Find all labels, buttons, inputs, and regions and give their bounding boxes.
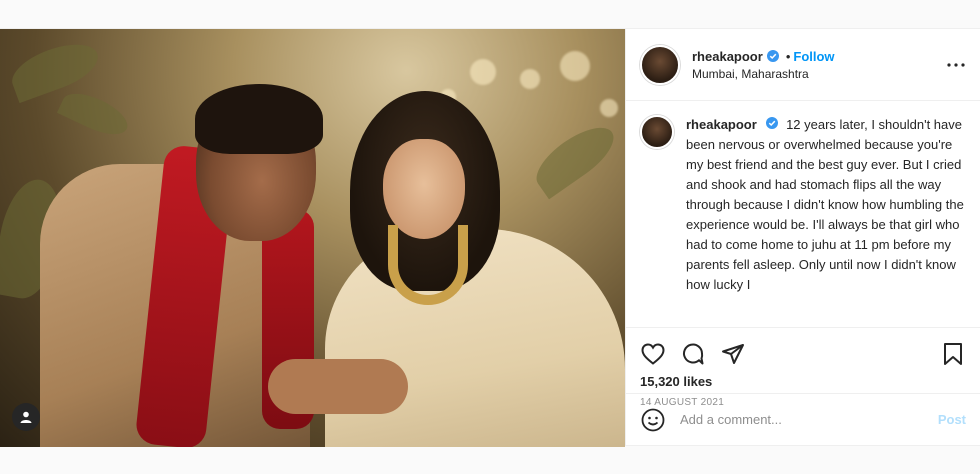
smiley-icon[interactable] xyxy=(640,407,666,433)
bride-face xyxy=(383,139,465,239)
post-photo[interactable] xyxy=(0,29,625,447)
bookmark-icon[interactable] xyxy=(940,341,966,367)
comment-icon[interactable] xyxy=(680,341,706,367)
groom-hair xyxy=(195,84,323,154)
comment-box: Post xyxy=(626,393,980,445)
avatar[interactable] xyxy=(640,44,680,85)
foliage xyxy=(56,85,134,143)
location-link[interactable]: Mumbai, Maharashtra xyxy=(692,67,946,81)
bokeh-light xyxy=(470,59,496,85)
post-side-panel: rheakapoor • Follow Mumbai, Maharashtra xyxy=(625,29,980,445)
verified-badge-icon xyxy=(766,50,779,62)
bokeh-light xyxy=(520,69,540,89)
foliage xyxy=(527,116,623,200)
separator-dot: • xyxy=(785,48,791,64)
likes-count[interactable]: 15,320 likes xyxy=(640,374,966,389)
bokeh-light xyxy=(560,51,590,81)
follow-button[interactable]: Follow xyxy=(793,49,834,64)
header-line: rheakapoor • Follow xyxy=(692,49,946,64)
caption-text-block: rheakapoor 12 years later, I shouldn't h… xyxy=(686,115,966,333)
bokeh-light xyxy=(600,99,618,117)
header-text: rheakapoor • Follow Mumbai, Maharashtra xyxy=(692,49,946,81)
foliage xyxy=(5,34,105,104)
post-caption: rheakapoor 12 years later, I shouldn't h… xyxy=(626,101,980,333)
username-link[interactable]: rheakapoor xyxy=(692,49,763,64)
more-options-icon[interactable] xyxy=(946,62,966,67)
post-header: rheakapoor • Follow Mumbai, Maharashtra xyxy=(626,29,980,101)
comment-input[interactable] xyxy=(680,412,938,427)
caption-text: 12 years later, I shouldn't have been ne… xyxy=(686,117,964,292)
heart-icon[interactable] xyxy=(640,341,666,367)
paper-plane-icon[interactable] xyxy=(720,341,746,367)
bride-necklace xyxy=(388,225,468,305)
user-tag-icon[interactable] xyxy=(12,403,40,431)
verified-badge-icon xyxy=(766,117,779,129)
action-icons xyxy=(640,336,966,372)
joined-hands xyxy=(268,359,408,414)
post-comment-button[interactable]: Post xyxy=(938,412,966,427)
caption-avatar[interactable] xyxy=(640,115,674,149)
caption-username-link[interactable]: rheakapoor xyxy=(686,117,757,132)
instagram-post: rheakapoor • Follow Mumbai, Maharashtra xyxy=(0,28,980,447)
